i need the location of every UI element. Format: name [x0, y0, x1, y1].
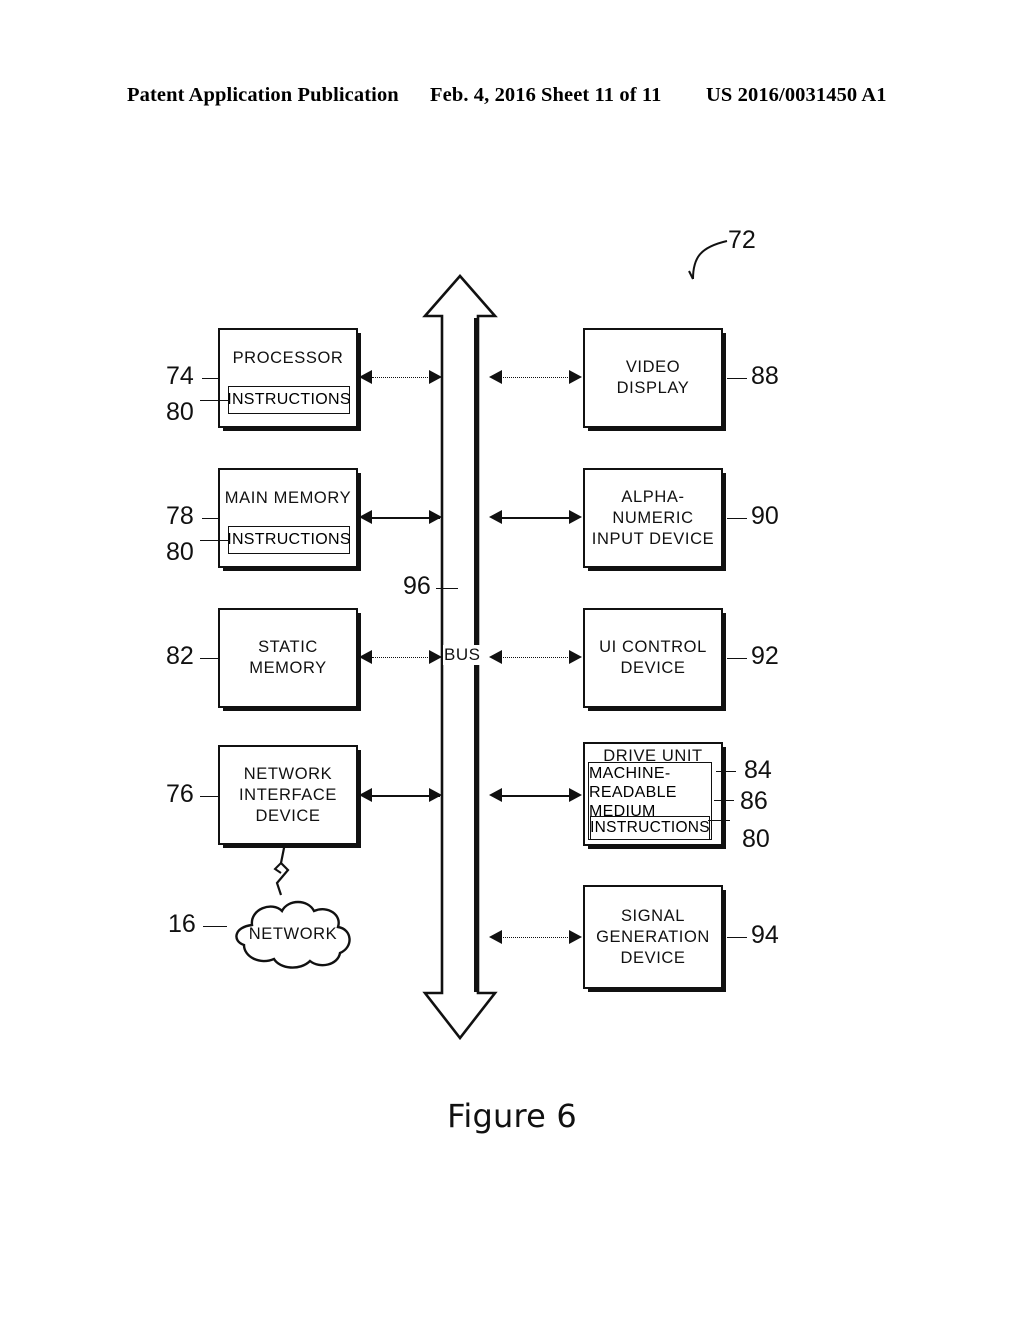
processor-label: PROCESSOR — [232, 349, 344, 367]
processor-instructions-box[interactable]: INSTRUCTIONS — [227, 386, 351, 414]
ref-96-leader — [436, 588, 458, 589]
connector-bus-alpha-numeric-arrow-left — [489, 510, 502, 524]
connector-processor-bus-arrow-right — [429, 370, 442, 384]
connector-bus-drive-unit-arrow-right — [569, 788, 582, 802]
ref-84-leader — [716, 771, 736, 772]
alpha-numeric-input-device-box[interactable]: ALPHA-NUMERIC INPUT DEVICE — [583, 468, 723, 568]
connector-bus-ui-control-arrow-left — [489, 650, 502, 664]
ref-80-drive-unit: 80 — [742, 825, 770, 853]
network-label: NETWORK — [248, 925, 338, 943]
ref-96: 96 — [403, 572, 431, 600]
connector-bus-ui-control-arrow-right — [569, 650, 582, 664]
ref-94: 94 — [751, 921, 779, 949]
connector-bus-signal-generation-arrow-left — [489, 930, 502, 944]
drive-unit-instructions-box[interactable]: INSTRUCTIONS — [590, 816, 710, 840]
alpha-numeric-input-device-label: ALPHA-NUMERIC INPUT DEVICE — [591, 487, 715, 548]
ref-76: 76 — [166, 780, 194, 808]
ref-92-leader — [727, 658, 747, 659]
ref-94-leader — [727, 937, 747, 938]
main-memory-label: MAIN MEMORY — [224, 489, 352, 507]
processor-instructions-label: INSTRUCTIONS — [227, 391, 351, 408]
connector-bus-video-display — [500, 377, 570, 378]
static-memory-box[interactable]: STATIC MEMORY — [218, 608, 358, 708]
ref-76-leader — [200, 796, 220, 797]
network-interface-device-box[interactable]: NETWORK INTERFACE DEVICE — [218, 745, 358, 845]
connector-bus-alpha-numeric — [500, 517, 570, 519]
ref-82: 82 — [166, 642, 194, 670]
ref-84: 84 — [744, 756, 772, 784]
ui-control-device-box[interactable]: UI CONTROL DEVICE — [583, 608, 723, 708]
ref-90-leader — [727, 518, 747, 519]
ref-80-drive-leader — [708, 820, 730, 821]
ref-74-leader — [202, 378, 220, 379]
main-memory-instructions-box[interactable]: INSTRUCTIONS — [227, 526, 351, 554]
connector-static-memory-bus-arrow-right — [429, 650, 442, 664]
connector-main-memory-bus-arrow-right — [429, 510, 442, 524]
network-interface-device-label: NETWORK INTERFACE DEVICE — [239, 764, 337, 825]
ref-86: 86 — [740, 787, 768, 815]
ref-78: 78 — [166, 502, 194, 530]
signal-generation-device-box[interactable]: SIGNAL GENERATION DEVICE — [583, 885, 723, 989]
connector-bus-ui-control — [500, 657, 570, 658]
connector-bus-video-display-arrow-right — [569, 370, 582, 384]
connector-network-interface-bus-arrow-left — [359, 788, 372, 802]
connector-bus-signal-generation — [500, 937, 570, 938]
connector-bus-video-display-arrow-left — [489, 370, 502, 384]
ref-86-leader — [714, 800, 734, 801]
ref-90: 90 — [751, 502, 779, 530]
network-lightning-link — [273, 843, 290, 896]
ref-72: 72 — [728, 226, 756, 254]
connector-main-memory-bus-arrow-left — [359, 510, 372, 524]
ref-88: 88 — [751, 362, 779, 390]
machine-readable-medium-label: MACHINE- READABLE MEDIUM — [589, 765, 677, 820]
video-display-label: VIDEO DISPLAY — [616, 358, 690, 397]
figure-caption: Figure 6 — [447, 1097, 577, 1135]
ref-80-main-memory: 80 — [166, 538, 194, 566]
static-memory-label: STATIC MEMORY — [249, 638, 327, 677]
signal-generation-device-label: SIGNAL GENERATION DEVICE — [596, 906, 710, 967]
connector-bus-drive-unit-arrow-left — [489, 788, 502, 802]
connector-processor-bus-arrow-left — [359, 370, 372, 384]
bus-label: BUS — [443, 645, 482, 665]
drive-unit-instructions-label: INSTRUCTIONS — [590, 819, 710, 836]
video-display-box[interactable]: VIDEO DISPLAY — [583, 328, 723, 428]
connector-bus-alpha-numeric-arrow-right — [569, 510, 582, 524]
ref-80-processor: 80 — [166, 398, 194, 426]
connector-network-interface-bus-arrow-right — [429, 788, 442, 802]
main-memory-instructions-label: INSTRUCTIONS — [227, 531, 351, 548]
ref-82-leader — [200, 658, 220, 659]
ref-92: 92 — [751, 642, 779, 670]
ref-16-leader — [203, 926, 227, 927]
ref-80-main-memory-leader — [200, 540, 230, 541]
ref-74: 74 — [166, 362, 194, 390]
connector-static-memory-bus-arrow-left — [359, 650, 372, 664]
ref-80-processor-leader — [200, 400, 230, 401]
ui-control-device-label: UI CONTROL DEVICE — [599, 638, 707, 677]
ref-78-leader — [202, 518, 220, 519]
connector-bus-drive-unit — [500, 795, 570, 797]
ref-16: 16 — [168, 910, 196, 938]
ref-88-leader — [727, 378, 747, 379]
connector-bus-signal-generation-arrow-right — [569, 930, 582, 944]
